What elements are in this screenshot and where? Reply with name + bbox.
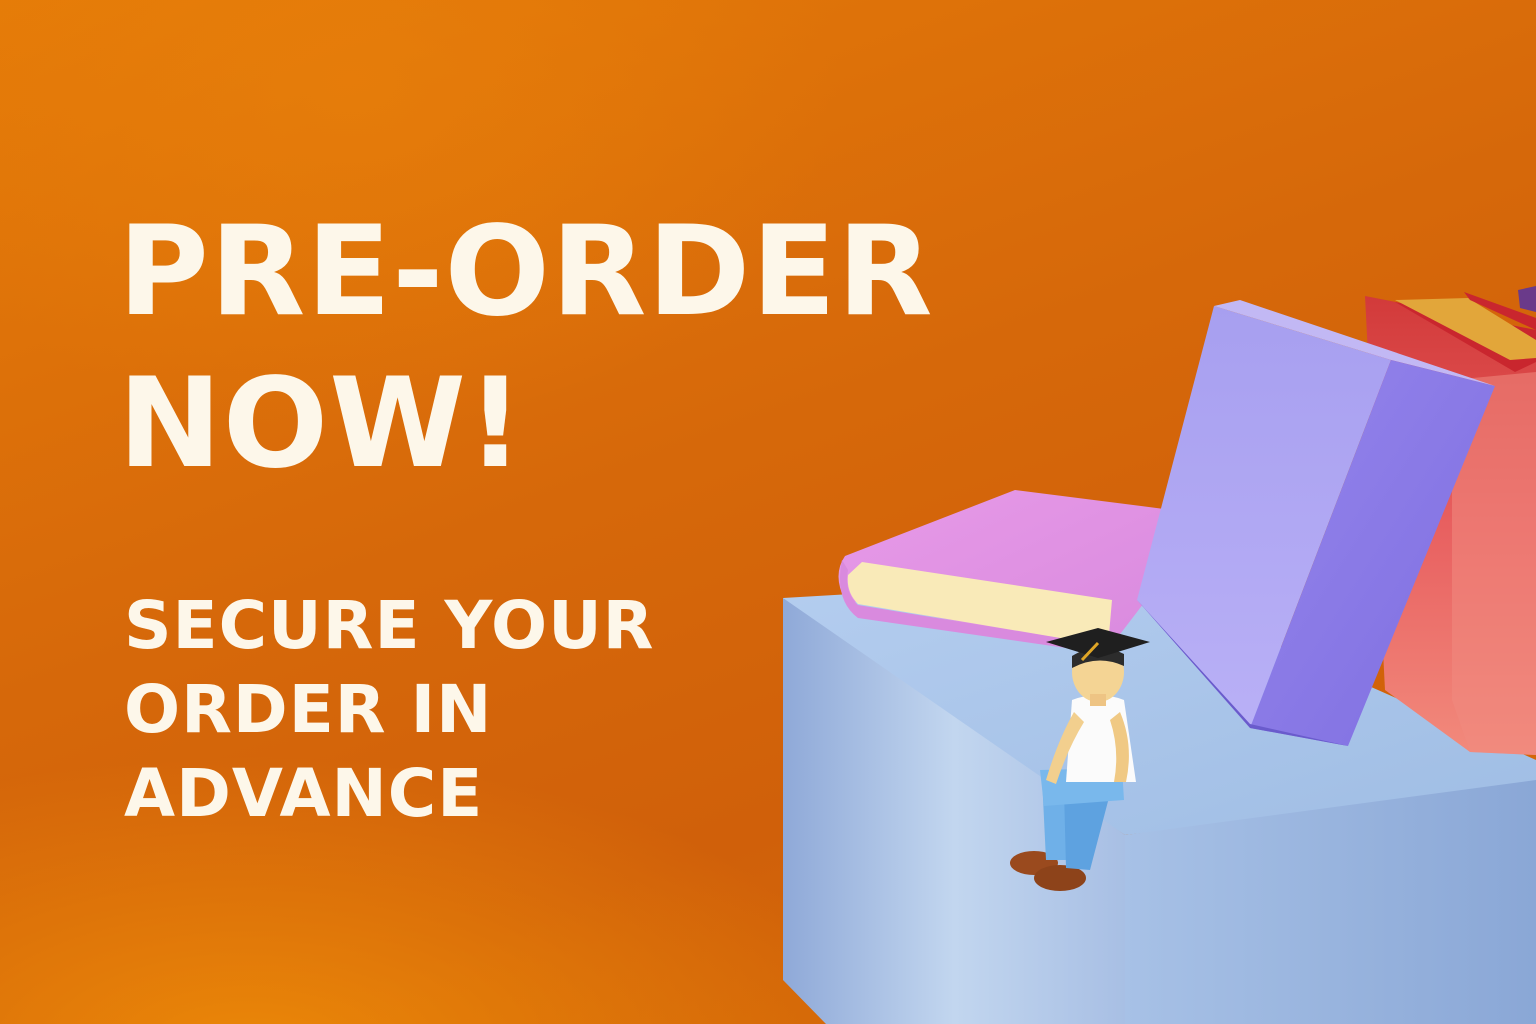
books-illustration [783, 286, 1536, 1024]
